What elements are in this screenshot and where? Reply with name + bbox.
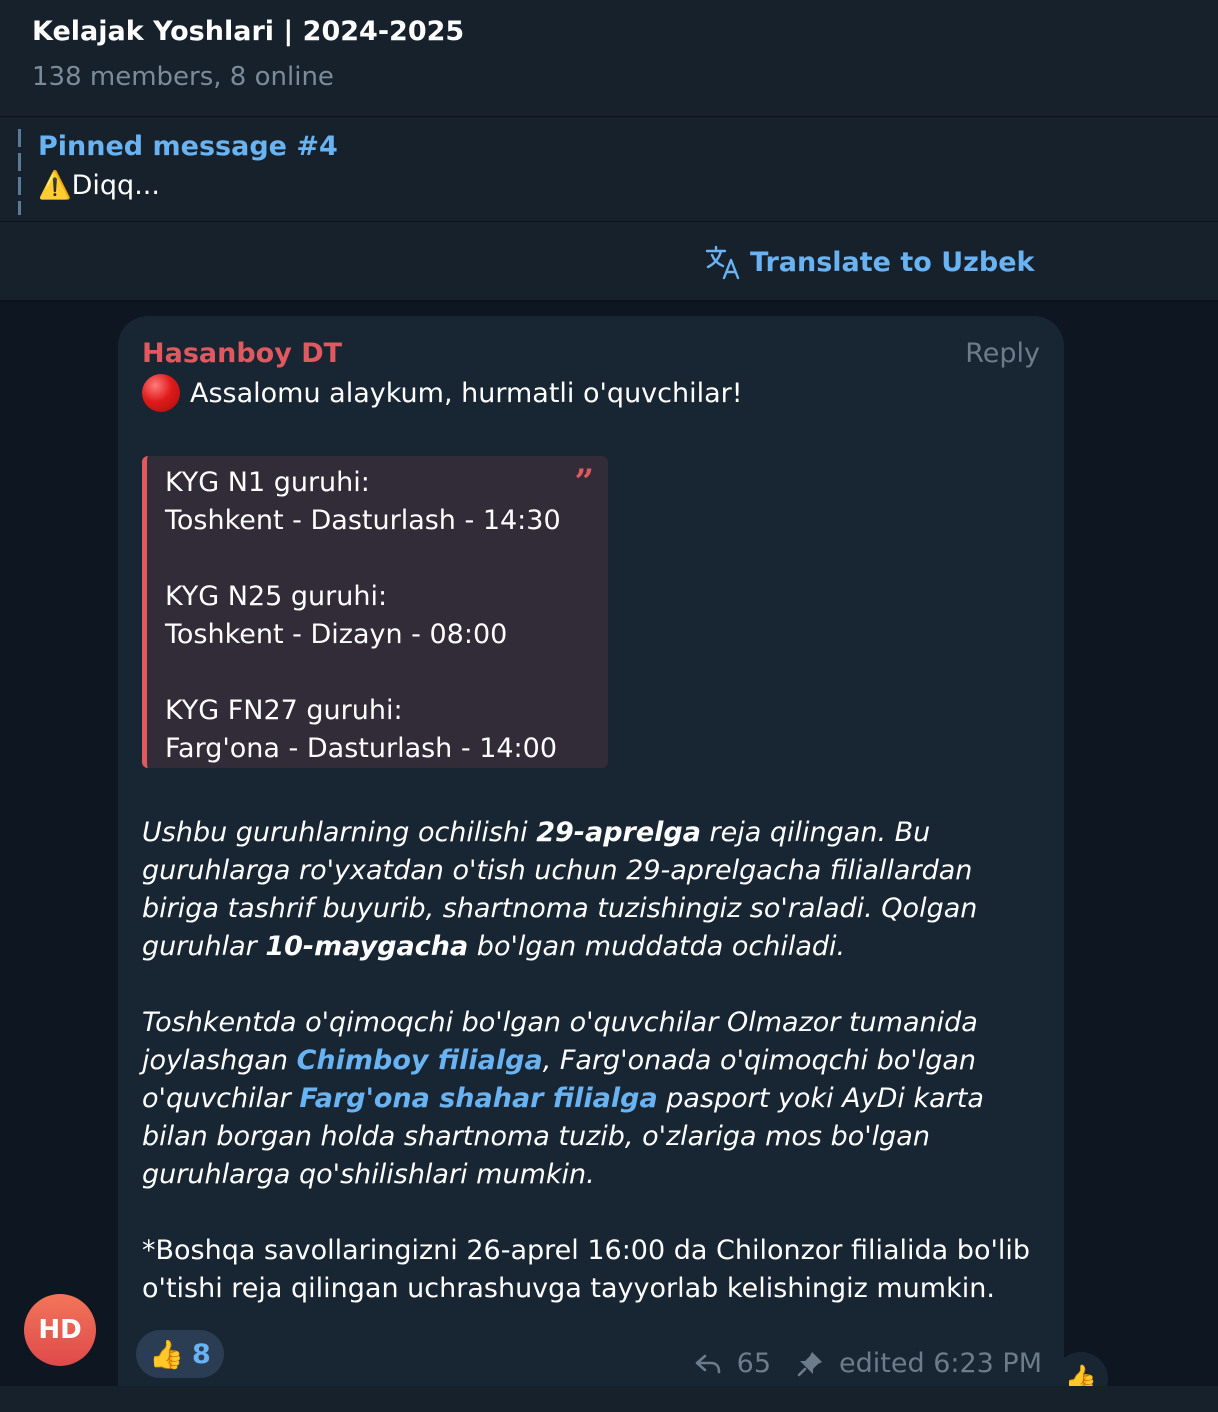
sender-name[interactable]: Hasanboy DT bbox=[142, 338, 342, 369]
pin-icon bbox=[797, 1351, 823, 1376]
edited-time: edited 6:23 PM bbox=[839, 1348, 1042, 1379]
chat-title[interactable]: Kelajak Yoshlari | 2024-2025 bbox=[32, 16, 464, 47]
thumbs-up-icon: 👍 bbox=[149, 1337, 185, 1371]
text-segment: Ushbu guruhlarning ochilishi bbox=[142, 817, 537, 848]
paragraph-meeting: *Boshqa savollaringizni 26-aprel 16:00 d… bbox=[142, 1235, 1031, 1304]
chimboy-branch-link[interactable]: Chimboy filialga bbox=[297, 1045, 543, 1076]
quote-line: Toshkent - Dasturlash - 14:30 bbox=[165, 505, 561, 536]
translate-label: Translate to Uzbek bbox=[750, 246, 1035, 278]
pinned-label: Pinned message #4 bbox=[38, 131, 338, 162]
translate-bar: Translate to Uzbek bbox=[0, 222, 1218, 302]
pinned-text: ⚠️Diqq... bbox=[38, 170, 160, 201]
quote-line: KYG FN27 guruhi: bbox=[165, 695, 403, 726]
forward-count: 65 bbox=[736, 1348, 772, 1379]
message-footer: 65 edited 6:23 PM bbox=[693, 1348, 1042, 1379]
thumbs-up-reaction[interactable]: 👍 8 bbox=[136, 1330, 224, 1378]
text-segment: bo'lgan muddatda ochiladi. bbox=[468, 931, 846, 962]
composer-bar bbox=[0, 1386, 1218, 1412]
fargona-branch-link[interactable]: Farg'ona shahar filialga bbox=[299, 1083, 657, 1114]
translate-button[interactable]: Translate to Uzbek bbox=[704, 242, 1034, 282]
sender-avatar[interactable]: HD bbox=[24, 1294, 96, 1366]
quote-line: KYG N25 guruhi: bbox=[165, 581, 388, 612]
greeting-text: Assalomu alaykum, hurmatli o'quvchilar! bbox=[190, 377, 743, 409]
greeting-line: Assalomu alaykum, hurmatli o'quvchilar! bbox=[142, 374, 743, 412]
quote-line: KYG N1 guruhi: bbox=[165, 467, 370, 498]
bold-date: 29-aprelga bbox=[536, 817, 701, 848]
reply-button[interactable]: Reply bbox=[965, 338, 1040, 369]
bold-date: 10-maygacha bbox=[265, 931, 469, 962]
reaction-count: 8 bbox=[192, 1338, 211, 1370]
red-circle-icon bbox=[142, 374, 180, 412]
forward-icon bbox=[695, 1354, 720, 1373]
quote-spacer bbox=[165, 540, 608, 578]
message-bubble[interactable]: Hasanboy DT Reply Assalomu alaykum, hurm… bbox=[118, 316, 1064, 1412]
paragraph-opening-dates: Ushbu guruhlarning ochilishi 29-aprelga … bbox=[142, 814, 1042, 966]
pinned-indicator bbox=[18, 129, 21, 215]
quote-spacer bbox=[165, 654, 608, 692]
quote-line: Toshkent - Dizayn - 08:00 bbox=[165, 619, 508, 650]
chat-header[interactable]: Kelajak Yoshlari | 2024-2025 138 members… bbox=[0, 0, 1218, 116]
quote-line: Farg'ona - Dasturlash - 14:00 bbox=[165, 733, 558, 764]
paragraph-branches: Toshkentda o'qimoqchi bo'lgan o'quvchila… bbox=[142, 1004, 1042, 1194]
translate-icon bbox=[705, 245, 740, 280]
chat-subtitle: 138 members, 8 online bbox=[32, 62, 334, 92]
quote-block: ” KYG N1 guruhi: Toshkent - Dasturlash -… bbox=[142, 456, 608, 768]
quote-icon: ” bbox=[574, 462, 594, 502]
pinned-message-bar[interactable]: Pinned message #4 ⚠️Diqq... bbox=[0, 116, 1218, 222]
